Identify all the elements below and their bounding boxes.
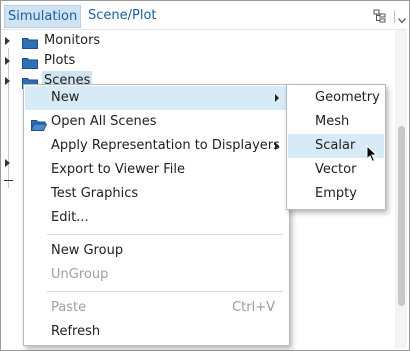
tree-layout-icon[interactable]	[373, 9, 387, 27]
menu-item-label: New Group	[51, 243, 124, 258]
tree-node-plots[interactable]: Plots	[0, 51, 380, 71]
dropdown-arrow-icon[interactable]	[398, 13, 406, 28]
submenu-item-mesh[interactable]: Mesh	[288, 110, 384, 134]
tree-node-monitors[interactable]: Monitors	[0, 31, 380, 51]
menu-item-label: Open All Scenes	[51, 114, 157, 129]
panel-tab-bar: Simulation Scene/Plot	[1, 1, 407, 30]
menu-item-test-graphics[interactable]: Test Graphics	[25, 182, 288, 206]
submenu-item-label: Geometry	[315, 90, 380, 105]
menu-item-paste: Paste Ctrl+V	[25, 296, 288, 320]
toolbar-separator	[394, 11, 395, 23]
mouse-cursor-icon	[366, 144, 378, 167]
submenu-arrow-icon	[275, 142, 279, 150]
menu-item-label: Test Graphics	[51, 186, 139, 201]
menu-item-label: Export to Viewer File	[51, 162, 185, 177]
menu-separator	[47, 234, 283, 235]
menu-item-apply-representation[interactable]: Apply Representation to Displayers	[25, 134, 288, 158]
scrollbar-thumb[interactable]	[398, 126, 405, 306]
submenu-item-geometry[interactable]: Geometry	[288, 86, 384, 110]
collapse-dash-icon	[4, 180, 13, 181]
submenu-item-label: Scalar	[315, 138, 356, 153]
expand-arrow-icon[interactable]	[5, 77, 10, 85]
menu-item-label: Paste	[51, 300, 87, 315]
submenu-item-label: Mesh	[315, 114, 350, 129]
menu-item-new[interactable]: New	[25, 86, 288, 110]
tree-node-label: Monitors	[44, 33, 101, 48]
context-menu: New Open All Scenes Apply Representation…	[23, 84, 290, 346]
tab-scene-plot[interactable]: Scene/Plot	[85, 5, 160, 26]
menu-item-edit[interactable]: Edit...	[25, 206, 288, 230]
tree-node-label: Plots	[44, 53, 76, 68]
menu-item-label: New	[51, 90, 80, 105]
menu-item-label: Refresh	[51, 324, 101, 339]
tab-simulation[interactable]: Simulation	[4, 5, 82, 28]
menu-item-label: UnGroup	[51, 267, 109, 282]
menu-item-open-all-scenes[interactable]: Open All Scenes	[25, 110, 288, 134]
expand-arrow-icon[interactable]	[5, 37, 10, 45]
menu-item-shortcut: Ctrl+V	[232, 300, 275, 315]
submenu-item-label: Vector	[315, 162, 357, 177]
menu-item-ungroup: UnGroup	[25, 263, 288, 287]
menu-item-export-viewer-file[interactable]: Export to Viewer File	[25, 158, 288, 182]
submenu-item-empty[interactable]: Empty	[288, 182, 384, 206]
menu-item-label: Edit...	[51, 210, 89, 225]
expand-arrow-icon[interactable]	[5, 57, 10, 65]
menu-item-label: Apply Representation to Displayers	[51, 138, 280, 153]
expand-arrow-icon[interactable]	[5, 159, 10, 167]
submenu-arrow-icon	[275, 94, 279, 102]
menu-separator	[47, 291, 283, 292]
submenu-item-label: Empty	[315, 186, 357, 201]
menu-item-refresh[interactable]: Refresh	[25, 320, 288, 344]
menu-item-new-group[interactable]: New Group	[25, 239, 288, 263]
